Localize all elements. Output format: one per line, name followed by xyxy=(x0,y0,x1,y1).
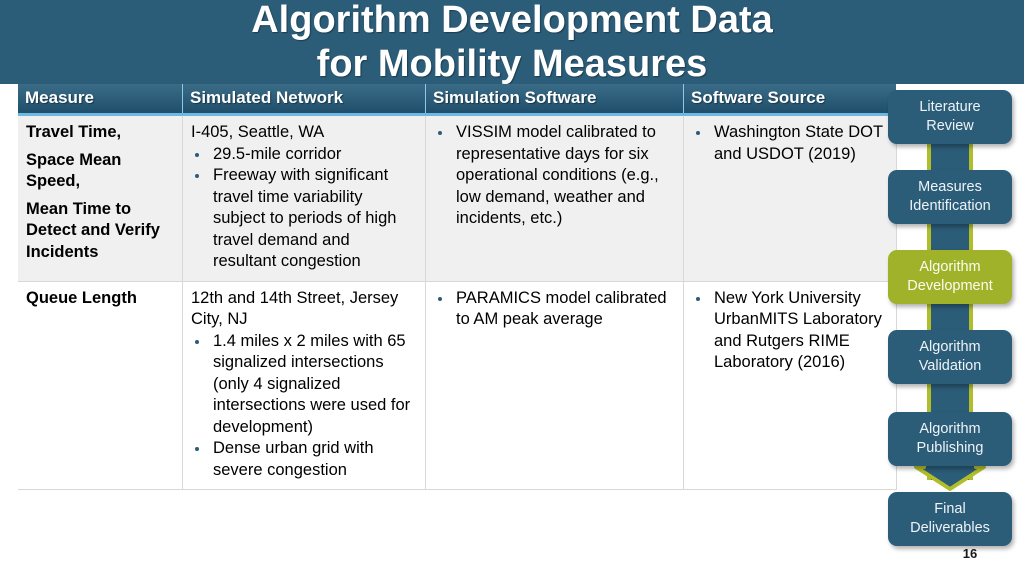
table-header-row: Measure Simulated Network Simulation Sof… xyxy=(18,84,896,116)
list-item: VISSIM model calibrated to representativ… xyxy=(434,122,675,230)
network-lead-text: I-405, Seattle, WA xyxy=(191,123,325,141)
column-header-measure: Measure xyxy=(18,84,183,116)
column-header-simulation-software: Simulation Software xyxy=(425,84,684,116)
list-item: Washington State DOT and USDOT (2019) xyxy=(692,122,888,165)
slide-title-banner: Algorithm Development Data for Mobility … xyxy=(0,0,1024,85)
cell-measure: Travel Time, Space Mean Speed, Mean Time… xyxy=(18,114,183,282)
flow-step-algorithm-development[interactable]: Algorithm Development xyxy=(888,250,1012,304)
cell-software-source: New York University UrbanMITS Laboratory… xyxy=(683,281,897,490)
algorithm-development-data-table: Measure Simulated Network Simulation Sof… xyxy=(18,84,897,490)
network-bullet-list: 1.4 miles x 2 miles with 65 signalized i… xyxy=(191,331,417,482)
column-header-simulated-network: Simulated Network xyxy=(182,84,426,116)
flow-step-literature-review[interactable]: Literature Review xyxy=(888,90,1012,144)
table-header: Measure Simulated Network Simulation Sof… xyxy=(18,84,896,116)
source-bullet-list: Washington State DOT and USDOT (2019) xyxy=(692,122,888,165)
cell-measure: Queue Length xyxy=(18,281,183,490)
cell-simulation-software: VISSIM model calibrated to representativ… xyxy=(425,114,684,282)
list-item: New York University UrbanMITS Laboratory… xyxy=(692,288,888,374)
network-lead-text: 12th and 14th Street, Jersey City, NJ xyxy=(191,288,399,329)
flow-step-measures-identification[interactable]: Measures Identification xyxy=(888,170,1012,224)
list-item: 1.4 miles x 2 miles with 65 signalized i… xyxy=(191,331,417,439)
page-number: 16 xyxy=(962,546,978,561)
page-title: Algorithm Development Data for Mobility … xyxy=(251,0,773,85)
table-body: Travel Time, Space Mean Speed, Mean Time… xyxy=(18,114,897,490)
measure-line: Queue Length xyxy=(26,288,137,307)
list-item: 29.5-mile corridor xyxy=(191,144,417,166)
cell-simulated-network: I-405, Seattle, WA 29.5-mile corridor Fr… xyxy=(182,114,426,282)
measure-line: Space Mean Speed, xyxy=(26,150,122,191)
flow-step-final-deliverables[interactable]: Final Deliverables xyxy=(888,492,1012,546)
list-item: Freeway with significant travel time var… xyxy=(191,165,417,273)
column-header-software-source: Software Source xyxy=(683,84,896,116)
source-bullet-list: New York University UrbanMITS Laboratory… xyxy=(692,288,888,374)
flow-step-algorithm-validation[interactable]: Algorithm Validation xyxy=(888,330,1012,384)
flow-step-algorithm-publishing[interactable]: Algorithm Publishing xyxy=(888,412,1012,466)
list-item: PARAMICS model calibrated to AM peak ave… xyxy=(434,288,675,331)
software-bullet-list: VISSIM model calibrated to representativ… xyxy=(434,122,675,230)
measure-line: Travel Time, xyxy=(26,123,122,141)
software-bullet-list: PARAMICS model calibrated to AM peak ave… xyxy=(434,288,675,331)
measure-line: Mean Time to Detect and Verify Incidents xyxy=(26,199,160,261)
table-row: Queue Length 12th and 14th Street, Jerse… xyxy=(18,281,897,490)
list-item: Dense urban grid with severe congestion xyxy=(191,438,417,481)
cell-software-source: Washington State DOT and USDOT (2019) xyxy=(683,114,897,282)
cell-simulation-software: PARAMICS model calibrated to AM peak ave… xyxy=(425,281,684,490)
table-row: Travel Time, Space Mean Speed, Mean Time… xyxy=(18,114,897,282)
cell-simulated-network: 12th and 14th Street, Jersey City, NJ 1.… xyxy=(182,281,426,490)
network-bullet-list: 29.5-mile corridor Freeway with signific… xyxy=(191,144,417,273)
process-flowchart: Literature Review Measures Identificatio… xyxy=(884,84,1016,552)
measure-line-group: Travel Time, Space Mean Speed, Mean Time… xyxy=(26,122,174,263)
measure-line-group: Queue Length xyxy=(26,288,174,310)
